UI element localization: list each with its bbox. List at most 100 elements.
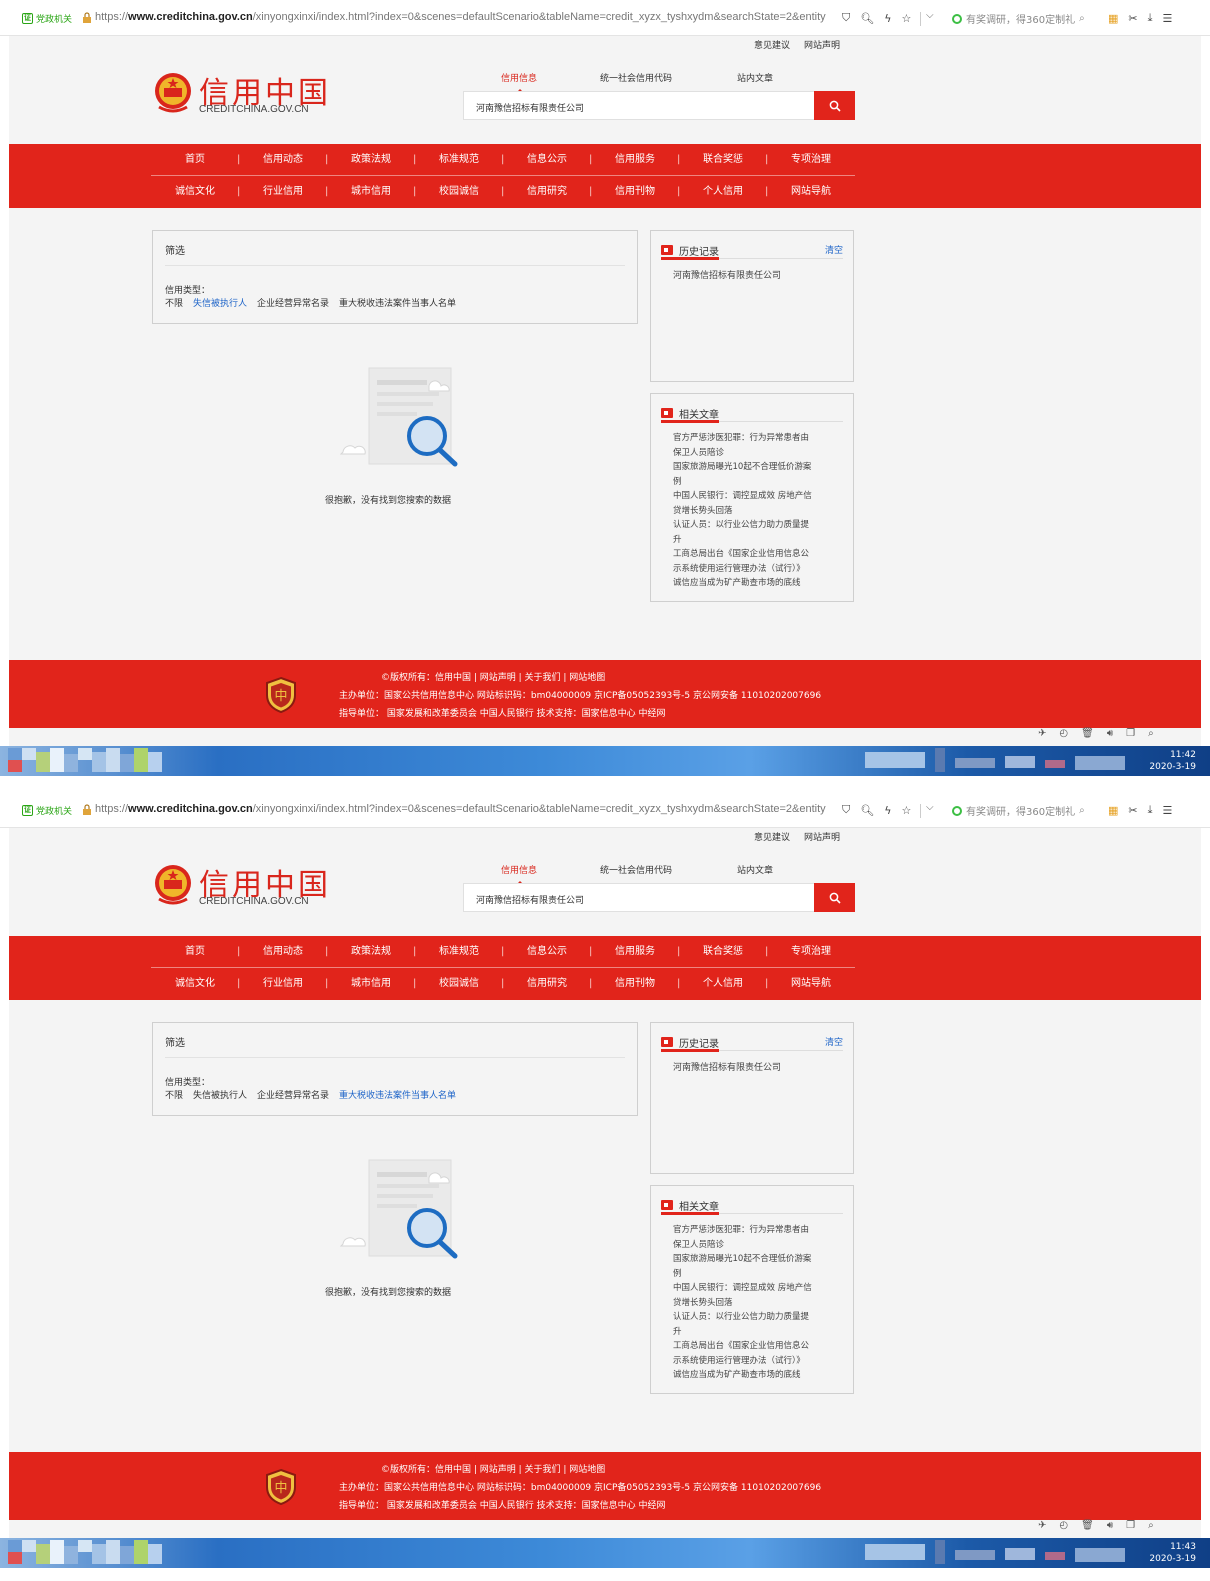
nav-item[interactable]: 联合奖惩 [677, 144, 767, 176]
filter-option-tax[interactable]: 重大税收违法案件当事人名单 [339, 296, 456, 309]
nav-item[interactable]: 首页 [151, 936, 239, 967]
nav-item[interactable]: 信用研究 [501, 176, 591, 208]
related-article-line[interactable]: 贷增长势头回落 [673, 1296, 833, 1311]
menu-icon[interactable]: ☰ [1163, 804, 1173, 817]
gov-site-badge[interactable]: 证 党政机关 [22, 12, 72, 25]
nav-item[interactable]: 信用服务 [589, 936, 679, 968]
related-article-line[interactable]: 官方严惩涉医犯罪：行为异常患者由 [673, 431, 833, 446]
volume-icon[interactable]: 🔊︎ [1107, 728, 1113, 739]
related-article-line[interactable]: 保卫人员陪诊 [673, 1238, 833, 1253]
related-article-line[interactable]: 贷增长势头回落 [673, 504, 833, 519]
taskbar-apps-icon[interactable] [8, 1540, 178, 1564]
feedback-link[interactable]: 意见建议 [754, 830, 790, 843]
chevron-down-icon[interactable]: ⌵ [926, 802, 934, 813]
feedback-link[interactable]: 意见建议 [754, 38, 790, 51]
lightning-icon[interactable]: ϟ [884, 804, 891, 817]
scissors-icon[interactable]: ✂ [1128, 12, 1137, 25]
tab-site-articles[interactable]: 站内文章 [737, 71, 773, 84]
filter-option-tax[interactable]: 重大税收违法案件当事人名单 [339, 1088, 456, 1101]
related-article-line[interactable]: 例 [673, 1267, 833, 1282]
related-article-line[interactable]: 诚信应当成为矿产勘查市场的底线 [673, 576, 833, 591]
nav-item[interactable]: 诚信文化 [151, 968, 239, 1000]
tab-credit-info[interactable]: 信用信息 [501, 863, 537, 886]
nav-item[interactable]: 个人信用 [677, 176, 767, 208]
system-tray-icon[interactable] [865, 748, 1135, 772]
nav-item[interactable]: 专项治理 [765, 144, 855, 176]
related-article-line[interactable]: 升 [673, 1325, 833, 1340]
menu-icon[interactable]: ☰ [1163, 12, 1173, 25]
system-clock[interactable]: 11:42 2020-3-19 [1149, 749, 1196, 773]
tab-site-articles[interactable]: 站内文章 [737, 863, 773, 876]
url-field[interactable]: https://www.creditchina.gov.cn/xinyongxi… [95, 803, 835, 815]
related-article-line[interactable]: 中国人民银行：调控显成效 房地产信 [673, 1281, 833, 1296]
related-article-line[interactable]: 工商总局出台《国家企业信用信息公 [673, 547, 833, 562]
system-tray-icon[interactable] [865, 1540, 1135, 1564]
related-article-line[interactable]: 保卫人员陪诊 [673, 446, 833, 461]
nav-item[interactable]: 标准规范 [413, 936, 503, 968]
related-article-line[interactable]: 升 [673, 533, 833, 548]
filter-option-abnormal[interactable]: 企业经营异常名录 [257, 296, 329, 309]
zoom-icon[interactable]: 🔍︎ [860, 804, 874, 817]
url-field[interactable]: https://www.creditchina.gov.cn/xinyongxi… [95, 11, 835, 23]
related-article-line[interactable]: 认证人员：以行业公信力助力质量提 [673, 1310, 833, 1325]
nav-item[interactable]: 校园诚信 [413, 176, 503, 208]
survey-ad[interactable]: 有奖调研，得360定制礼 ⌕ [952, 11, 1085, 26]
zoom-out-icon[interactable]: ⌕ [1148, 1520, 1154, 1531]
related-article-line[interactable]: 国家旅游局曝光10起不合理低价游案 [673, 460, 833, 475]
related-article-line[interactable]: 认证人员：以行业公信力助力质量提 [673, 518, 833, 533]
window-icon[interactable]: ❐ [1126, 728, 1135, 739]
nav-item[interactable]: 政策法规 [325, 936, 415, 968]
nav-item[interactable]: 联合奖惩 [677, 936, 767, 968]
nav-item[interactable]: 信用研究 [501, 968, 591, 1000]
trash-icon[interactable]: 🗑︎ [1081, 1520, 1094, 1531]
related-article-line[interactable]: 诚信应当成为矿产勘查市场的底线 [673, 1368, 833, 1383]
nav-item[interactable]: 标准规范 [413, 144, 503, 176]
nav-item[interactable]: 网站导航 [765, 968, 855, 1000]
filter-option-all[interactable]: 不限 [165, 1088, 183, 1101]
site-statement-link[interactable]: 网站声明 [804, 830, 840, 843]
gov-site-badge[interactable]: 证 党政机关 [22, 804, 72, 817]
system-clock[interactable]: 11:43 2020-3-19 [1149, 1541, 1196, 1565]
footer-links[interactable]: ©版权所有：信用中国 | 网站声明 | 关于我们 | 网站地图 [339, 670, 899, 688]
nav-item[interactable]: 信息公示 [501, 144, 591, 176]
lock-icon[interactable] [82, 12, 92, 24]
footer-links[interactable]: ©版权所有：信用中国 | 网站声明 | 关于我们 | 网站地图 [339, 1462, 899, 1480]
tab-credit-code[interactable]: 统一社会信用代码 [600, 863, 672, 876]
accelerate-icon[interactable]: ◴ [1059, 728, 1068, 739]
nav-item[interactable]: 个人信用 [677, 968, 767, 1000]
search-icon[interactable]: ⌕ [1079, 805, 1085, 816]
search-button[interactable] [814, 91, 855, 120]
shield-icon[interactable]: ⛉ [842, 11, 850, 25]
nav-item[interactable]: 信用服务 [589, 144, 679, 176]
shield-icon[interactable]: ⛉ [842, 803, 850, 817]
history-item[interactable]: 河南豫信招标有限责任公司 [673, 1060, 781, 1073]
tab-credit-code[interactable]: 统一社会信用代码 [600, 71, 672, 84]
volume-icon[interactable]: 🔊︎ [1107, 1520, 1113, 1531]
nav-item[interactable]: 校园诚信 [413, 968, 503, 1000]
nav-item[interactable]: 诚信文化 [151, 176, 239, 208]
related-article-line[interactable]: 国家旅游局曝光10起不合理低价游案 [673, 1252, 833, 1267]
nav-item[interactable]: 政策法规 [325, 144, 415, 176]
star-icon[interactable]: ☆ [901, 804, 911, 817]
zoom-out-icon[interactable]: ⌕ [1148, 728, 1154, 739]
site-statement-link[interactable]: 网站声明 [804, 38, 840, 51]
related-article-line[interactable]: 示系统使用运行管理办法（试行）》 [673, 562, 833, 577]
accelerate-icon[interactable]: ◴ [1059, 1520, 1068, 1531]
site-logo[interactable]: 信用中国 CREDITCHINA.GOV.CN [153, 862, 333, 912]
site-logo[interactable]: 信用中国 CREDITCHINA.GOV.CN [153, 70, 333, 120]
related-article-line[interactable]: 工商总局出台《国家企业信用信息公 [673, 1339, 833, 1354]
clear-history-link[interactable]: 清空 [825, 243, 843, 256]
rocket-icon[interactable]: ✈ [1038, 728, 1046, 739]
trash-icon[interactable]: 🗑︎ [1081, 728, 1094, 739]
nav-item[interactable]: 城市信用 [325, 176, 415, 208]
tab-credit-info[interactable]: 信用信息 [501, 71, 537, 94]
nav-item[interactable]: 信息公示 [501, 936, 591, 968]
download-icon[interactable]: ⤓ [1148, 11, 1153, 25]
clear-history-link[interactable]: 清空 [825, 1035, 843, 1048]
nav-item[interactable]: 首页 [151, 144, 239, 175]
search-input[interactable]: 河南豫信招标有限责任公司 [463, 883, 815, 912]
apps-grid-icon[interactable]: ▦ [1108, 804, 1118, 817]
window-icon[interactable]: ❐ [1126, 1520, 1135, 1531]
nav-item[interactable]: 行业信用 [237, 968, 327, 1000]
related-article-line[interactable]: 例 [673, 475, 833, 490]
